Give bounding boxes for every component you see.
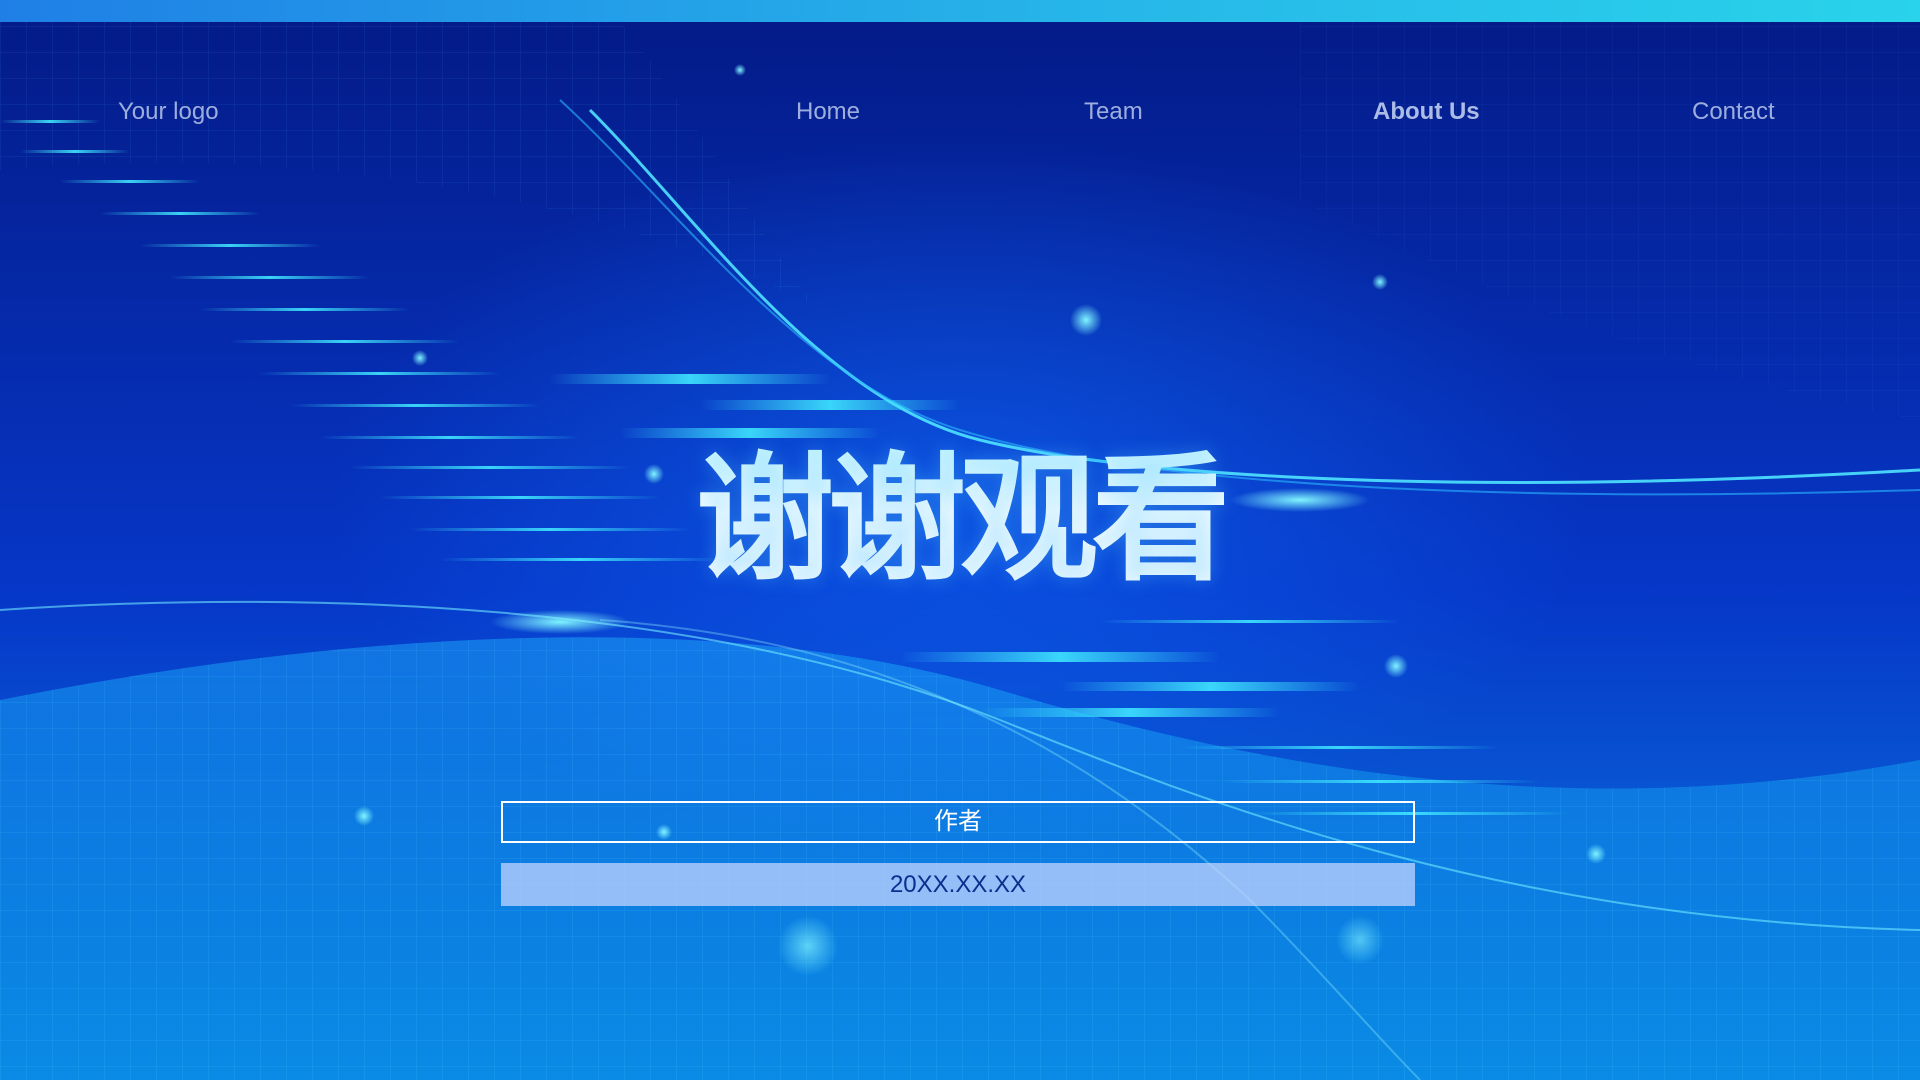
hero-title: 谢谢观看 xyxy=(0,440,1920,600)
date-field: 20XX.XX.XX xyxy=(501,863,1415,906)
slide-canvas: Your logo Home Team About Us Contact 谢谢观… xyxy=(0,0,1920,1080)
hero-title-text: 谢谢观看 xyxy=(695,439,1230,600)
nav-item-home[interactable]: Home xyxy=(796,98,860,126)
logo-text[interactable]: Your logo xyxy=(118,98,219,126)
nav-item-contact[interactable]: Contact xyxy=(1692,98,1775,126)
nav-item-about-us[interactable]: About Us xyxy=(1373,98,1480,126)
author-field: 作者 xyxy=(501,801,1415,843)
nav-item-team[interactable]: Team xyxy=(1084,98,1143,126)
